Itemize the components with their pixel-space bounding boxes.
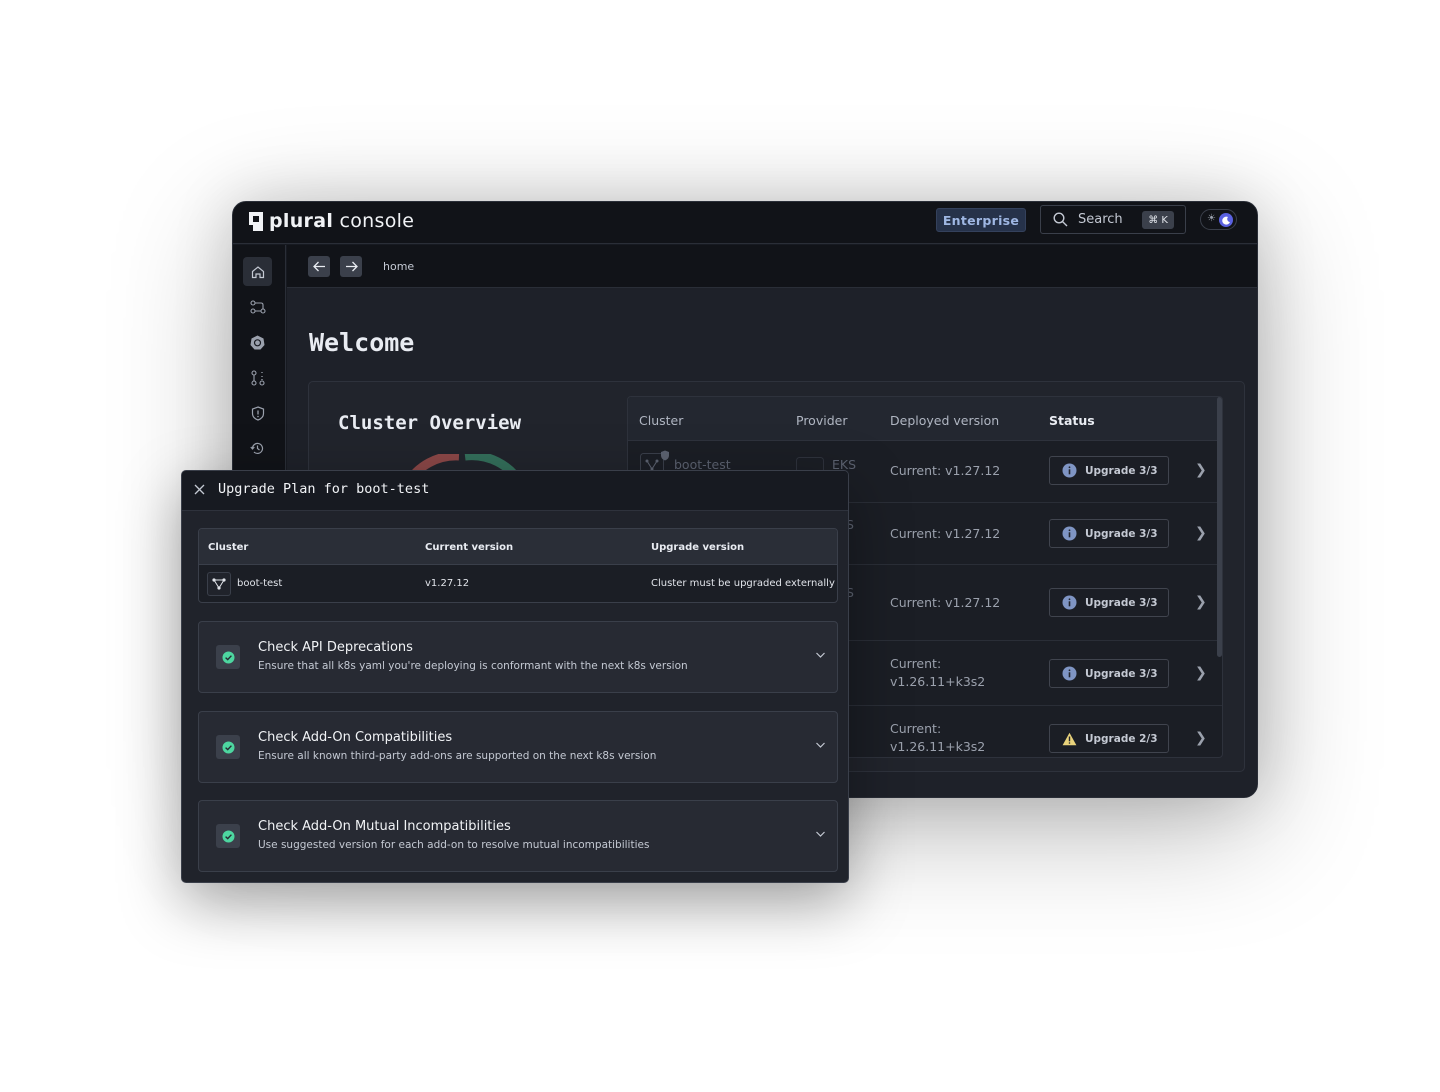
table-scrollbar[interactable] bbox=[1217, 397, 1222, 657]
deployed-version: Current: v1.27.12 bbox=[890, 463, 1001, 478]
upgrade-status-label: Upgrade 3/3 bbox=[1085, 527, 1158, 540]
kubernetes-icon bbox=[250, 335, 265, 350]
moon-icon bbox=[1219, 213, 1233, 227]
table-row: boot-test v1.27.12 Cluster must be upgra… bbox=[199, 565, 837, 602]
cluster-overview-title: Cluster Overview bbox=[338, 412, 522, 434]
upgrade-status-label: Upgrade 3/3 bbox=[1085, 596, 1158, 609]
modal-title: Upgrade Plan for boot-test bbox=[218, 481, 430, 497]
shield-icon bbox=[251, 406, 264, 421]
chevron-right-icon[interactable]: ❯ bbox=[1195, 730, 1207, 746]
warning-icon bbox=[1062, 732, 1077, 745]
check-description: Use suggested version for each add-on to… bbox=[258, 839, 650, 851]
logo[interactable]: plural console bbox=[249, 210, 414, 232]
check-title: Check API Deprecations bbox=[258, 640, 413, 655]
shield-badge-icon bbox=[661, 450, 669, 461]
sidebar-item-cd[interactable] bbox=[243, 292, 272, 321]
plural-logo-icon bbox=[249, 211, 263, 231]
cluster-name: boot-test bbox=[237, 578, 283, 589]
chevron-right-icon[interactable]: ❯ bbox=[1195, 594, 1207, 610]
upgrade-status-button[interactable]: Upgrade 3/3 bbox=[1049, 588, 1169, 617]
search-icon bbox=[1053, 212, 1068, 227]
sidebar-item-security[interactable] bbox=[243, 399, 272, 428]
home-icon bbox=[251, 265, 264, 278]
chevron-right-icon[interactable]: ❯ bbox=[1195, 665, 1207, 681]
upgrade-plan-table: Cluster Current version Upgrade version … bbox=[198, 528, 838, 603]
chevron-right-icon[interactable]: ❯ bbox=[1195, 462, 1207, 478]
deployed-version-label: Current: bbox=[890, 656, 942, 671]
col-current-version: Current version bbox=[425, 542, 514, 553]
chevron-down-icon[interactable] bbox=[815, 651, 826, 659]
breadcrumb-home[interactable]: home bbox=[383, 260, 414, 273]
check-description: Ensure all known third-party add-ons are… bbox=[258, 750, 657, 762]
sidebar-item-kubernetes[interactable] bbox=[243, 328, 272, 357]
sidebar-item-history[interactable] bbox=[243, 434, 272, 463]
logo-text: plural console bbox=[269, 210, 415, 232]
check-circle-icon bbox=[216, 735, 240, 759]
chevron-right-icon[interactable]: ❯ bbox=[1195, 525, 1207, 541]
upgrade-status-button[interactable]: Upgrade 3/3 bbox=[1049, 456, 1169, 485]
upgrade-plan-modal: Upgrade Plan for boot-test Cluster Curre… bbox=[181, 470, 849, 883]
info-icon bbox=[1062, 463, 1077, 478]
col-status: Status bbox=[1049, 413, 1095, 428]
sun-icon: ☀ bbox=[1207, 213, 1216, 224]
forward-button[interactable] bbox=[340, 256, 362, 277]
sidebar-item-home[interactable] bbox=[243, 257, 272, 286]
upgrade-version: Cluster must be upgraded externally bbox=[651, 578, 835, 589]
check-title: Check Add-On Mutual Incompatibilities bbox=[258, 819, 511, 834]
check-title: Check Add-On Compatibilities bbox=[258, 730, 453, 745]
search-label: Search bbox=[1078, 212, 1123, 227]
deployed-version: v1.26.11+k3s2 bbox=[890, 739, 986, 754]
col-provider: Provider bbox=[796, 413, 848, 428]
upgrade-status-button[interactable]: Upgrade 2/3 bbox=[1049, 724, 1169, 753]
info-icon bbox=[1062, 526, 1077, 541]
page-title: Welcome bbox=[309, 328, 415, 357]
git-pull-request-icon bbox=[250, 369, 265, 386]
deployed-version: v1.26.11+k3s2 bbox=[890, 674, 986, 689]
arrow-right-icon bbox=[345, 261, 358, 272]
upgrade-plan-table-header: Cluster Current version Upgrade version bbox=[199, 529, 837, 565]
cluster-icon bbox=[207, 572, 231, 596]
col-cluster: Cluster bbox=[639, 413, 684, 428]
deployed-version: Current: v1.27.12 bbox=[890, 595, 1001, 610]
upgrade-status-button[interactable]: Upgrade 3/3 bbox=[1049, 659, 1169, 688]
check-add-on-mutual-incompatibilities[interactable]: Check Add-On Mutual Incompatibilities Us… bbox=[198, 800, 838, 872]
top-bar: plural console Enterprise Search ⌘ K ☀ bbox=[233, 202, 1257, 244]
upgrade-status-button[interactable]: Upgrade 3/3 bbox=[1049, 519, 1169, 548]
check-description: Ensure that all k8s yaml you're deployin… bbox=[258, 660, 688, 672]
check-circle-icon bbox=[216, 824, 240, 848]
back-button[interactable] bbox=[308, 256, 330, 277]
search-button[interactable]: Search ⌘ K bbox=[1040, 205, 1186, 234]
sidebar-item-pull-requests[interactable] bbox=[243, 363, 272, 392]
deployed-version: Current: v1.27.12 bbox=[890, 526, 1001, 541]
info-icon bbox=[1062, 666, 1077, 681]
chevron-down-icon[interactable] bbox=[815, 830, 826, 838]
history-icon bbox=[250, 442, 264, 455]
pipelines-icon bbox=[249, 299, 266, 314]
upgrade-status-label: Upgrade 2/3 bbox=[1085, 732, 1158, 745]
check-add-on-compatibilities[interactable]: Check Add-On Compatibilities Ensure all … bbox=[198, 711, 838, 783]
arrow-left-icon bbox=[312, 261, 325, 272]
col-deployed-version: Deployed version bbox=[890, 413, 1000, 428]
upgrade-status-label: Upgrade 3/3 bbox=[1085, 667, 1158, 680]
theme-toggle[interactable]: ☀ bbox=[1200, 209, 1237, 230]
close-icon[interactable] bbox=[194, 483, 205, 499]
clusters-table-header: Cluster Provider Deployed version Status bbox=[628, 397, 1222, 441]
check-circle-icon bbox=[216, 645, 240, 669]
modal-header: Upgrade Plan for boot-test bbox=[182, 471, 848, 511]
search-shortcut: ⌘ K bbox=[1142, 211, 1174, 229]
check-api-deprecations[interactable]: Check API Deprecations Ensure that all k… bbox=[198, 621, 838, 693]
enterprise-badge[interactable]: Enterprise bbox=[936, 208, 1026, 232]
col-upgrade-version: Upgrade version bbox=[651, 542, 745, 553]
chevron-down-icon[interactable] bbox=[815, 741, 826, 749]
info-icon bbox=[1062, 595, 1077, 610]
col-cluster: Cluster bbox=[208, 542, 249, 553]
current-version: v1.27.12 bbox=[425, 578, 470, 589]
breadcrumb-bar: home bbox=[287, 245, 1257, 288]
upgrade-status-label: Upgrade 3/3 bbox=[1085, 464, 1158, 477]
deployed-version-label: Current: bbox=[890, 721, 942, 736]
